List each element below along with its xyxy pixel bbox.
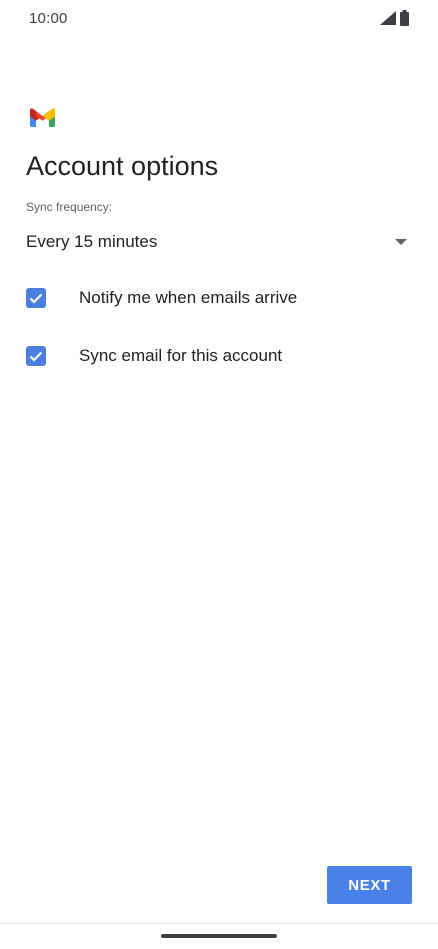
status-icons [380,9,409,31]
notify-emails-label: Notify me when emails arrive [79,288,298,307]
sync-email-label: Sync email for this account [79,346,283,365]
dropdown-arrow-icon [390,231,412,253]
status-bar: 10:00 [0,0,438,40]
nav-divider [0,923,438,924]
next-button[interactable]: NEXT [327,866,412,904]
gmail-logo-icon [30,108,55,127]
notify-emails-option[interactable]: Notify me when emails arrive [26,282,412,314]
sync-frequency-value: Every 15 minutes [26,232,158,251]
page-title: Account options [26,151,219,181]
notify-emails-checkbox[interactable] [26,288,46,308]
gesture-navigation-bar[interactable] [161,934,277,938]
cellular-signal-icon [380,10,396,30]
status-time: 10:00 [29,10,68,27]
sync-frequency-dropdown[interactable]: Every 15 minutes [26,226,412,258]
sync-frequency-label: Sync frequency: [26,200,113,214]
checkmark-icon [29,351,43,362]
checkmark-icon [29,293,43,304]
sync-email-option[interactable]: Sync email for this account [26,340,412,372]
battery-icon [400,9,409,31]
sync-email-checkbox[interactable] [26,346,46,366]
